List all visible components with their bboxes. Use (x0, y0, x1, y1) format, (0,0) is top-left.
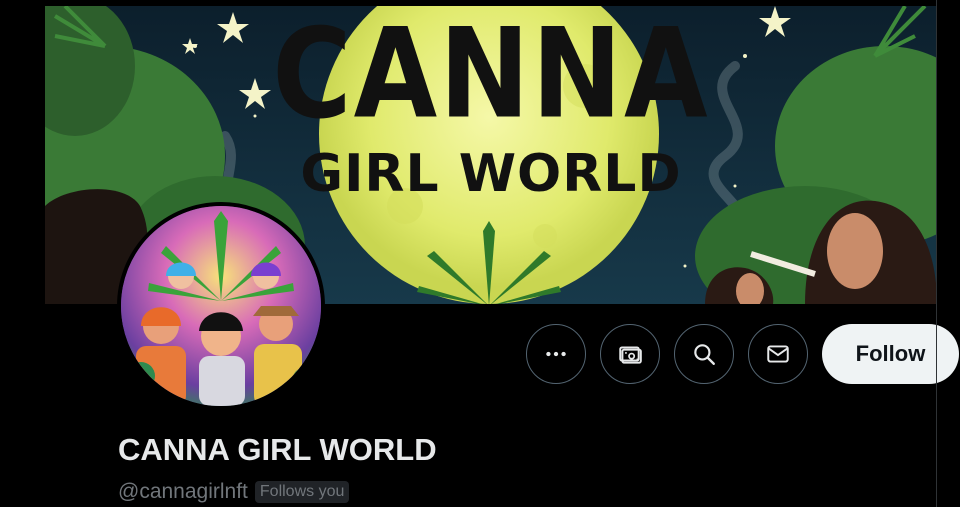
profile-actions: Follow (526, 324, 959, 384)
handle: @cannagirlnft (118, 480, 248, 503)
page: CANNA GIRL WORLD Follow CANNA GIRL WORLD… (0, 0, 960, 507)
column-border (936, 0, 937, 507)
envelope-icon (767, 345, 789, 363)
message-button[interactable] (748, 324, 808, 384)
handle-row: @cannagirlnft Follows you (118, 480, 350, 504)
follows-you-badge: Follows you (254, 481, 350, 503)
banner-title-canna: CANNA (272, 6, 710, 147)
display-name: CANNA GIRL WORLD (118, 432, 437, 467)
search-button[interactable] (674, 324, 734, 384)
follow-button[interactable]: Follow (822, 324, 959, 384)
money-icon (619, 346, 642, 364)
avatar-artwork (121, 206, 321, 406)
avatar[interactable] (117, 202, 325, 410)
profile-column: CANNA GIRL WORLD Follow CANNA GIRL WORLD… (45, 0, 959, 507)
more-button[interactable] (526, 324, 586, 384)
banner-title-girl-world: GIRL WORLD (300, 144, 682, 204)
search-icon (694, 344, 715, 365)
more-horizontal-icon (546, 351, 566, 357)
subscribe-button[interactable] (600, 324, 660, 384)
